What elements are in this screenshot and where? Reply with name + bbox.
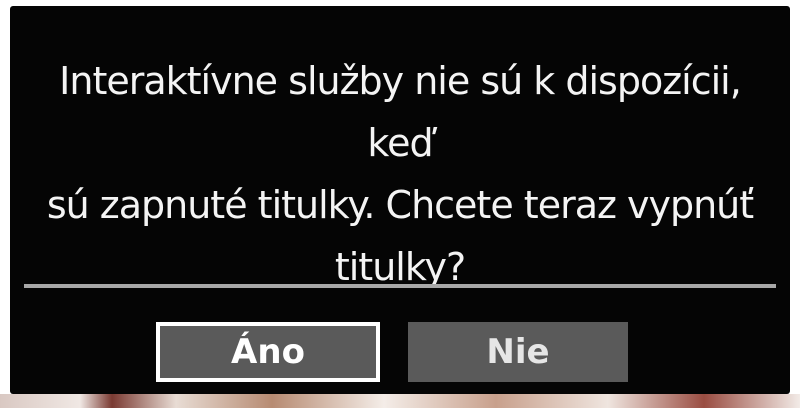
no-button[interactable]: Nie	[408, 322, 628, 382]
dialog-message-line-1: Interaktívne služby nie sú k dispozícii,…	[59, 59, 742, 165]
no-button-label: Nie	[486, 332, 550, 372]
dialog-message-line-3: titulky?	[334, 245, 466, 289]
dialog-message: Interaktívne služby nie sú k dispozícii,…	[30, 50, 770, 298]
yes-button[interactable]: Áno	[156, 322, 380, 382]
background-video-strip	[0, 394, 800, 408]
dialog-message-line-2: sú zapnuté titulky. Chcete teraz vypnúť	[46, 183, 754, 227]
confirmation-dialog: Interaktívne služby nie sú k dispozícii,…	[10, 6, 790, 394]
yes-button-label: Áno	[231, 332, 305, 372]
dialog-divider	[24, 284, 776, 288]
